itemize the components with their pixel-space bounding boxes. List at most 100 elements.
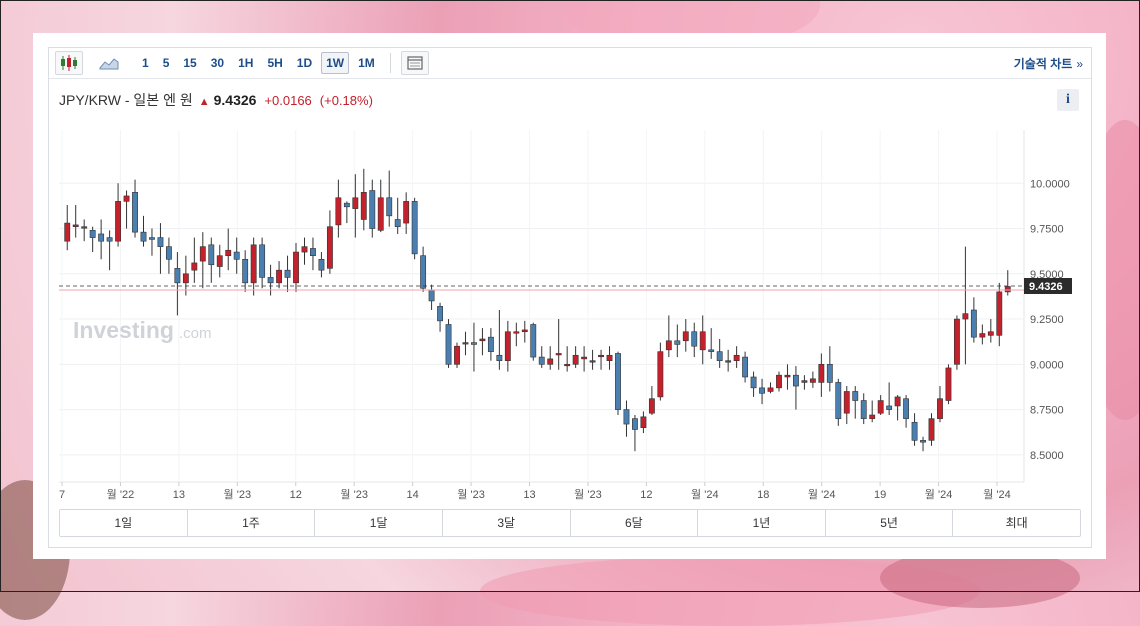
x-tick-label: 7 [59, 489, 65, 500]
info-icon[interactable]: i [1057, 89, 1079, 111]
x-tick-label: 월 '24 [808, 488, 836, 500]
x-tick-label: 월 '23 [224, 488, 252, 500]
candle-body [598, 354, 604, 358]
candle [437, 302, 443, 332]
candle [106, 230, 113, 271]
candle-body [411, 201, 418, 255]
candle [250, 237, 257, 296]
y-tick-label: 9.2500 [1030, 314, 1064, 326]
layout-icon[interactable] [400, 51, 429, 75]
candle-body [708, 349, 715, 352]
timeframe-1w[interactable]: 1W [321, 52, 350, 74]
candle-body [250, 244, 257, 284]
candle [903, 395, 910, 428]
candle [360, 168, 367, 231]
timeframe-15[interactable]: 15 [178, 52, 201, 74]
candle-body [301, 246, 308, 253]
candle [301, 237, 308, 265]
range-6m[interactable]: 6달 [569, 510, 698, 536]
timeframe-5h[interactable]: 5H [262, 52, 287, 74]
candle-body [496, 354, 503, 361]
candle-body [776, 374, 782, 389]
candle-body [640, 416, 647, 428]
candle [411, 197, 418, 260]
candle-body [945, 367, 952, 401]
candle [487, 328, 494, 361]
price-chart[interactable]: Investing .com 10.00009.75009.50009.2500… [49, 130, 1091, 500]
current-price-tag-label: 9.4326 [1029, 281, 1063, 293]
technical-chart-label: 기술적 차트 [1013, 57, 1073, 71]
range-5y[interactable]: 5년 [824, 510, 953, 536]
candle-body [852, 391, 859, 401]
candle [979, 324, 986, 345]
candle-body [106, 237, 113, 242]
candle-body [725, 360, 732, 363]
candle [165, 237, 172, 274]
candle-body [835, 382, 842, 419]
candle-body [716, 351, 723, 361]
timeframe-5[interactable]: 5 [158, 52, 175, 74]
candle-body [471, 342, 477, 345]
candle-body [487, 336, 494, 352]
candle [72, 204, 79, 238]
candle [886, 382, 893, 416]
candle-body [479, 338, 486, 342]
candle [521, 320, 528, 343]
candle [199, 232, 206, 289]
candle-body [843, 391, 850, 414]
candle [377, 179, 384, 233]
up-arrow-icon: ▲ [198, 96, 210, 108]
candle [725, 349, 732, 372]
candle-body [157, 237, 164, 247]
candle [513, 322, 520, 347]
x-tick-label: 월 '22 [107, 488, 135, 500]
candle-body [903, 398, 910, 419]
technical-chart-link[interactable]: 기술적 차트» [1014, 55, 1083, 72]
candlestick-icon[interactable] [55, 51, 83, 75]
candle-body [818, 364, 825, 383]
candle-body [115, 201, 122, 242]
candle [767, 382, 774, 394]
range-1w[interactable]: 1주 [186, 510, 315, 536]
range-max[interactable]: 최대 [952, 510, 1080, 536]
candle-body [657, 351, 664, 398]
watermark-logo: Investing [73, 317, 174, 343]
candle [809, 371, 816, 388]
candle-body [911, 421, 918, 441]
timeframe-30[interactable]: 30 [206, 52, 229, 74]
candle-body [140, 231, 147, 242]
range-1m[interactable]: 1달 [314, 510, 442, 536]
candle-body [784, 374, 791, 378]
candle-body [386, 197, 393, 217]
candle [640, 411, 647, 434]
candle-body [174, 268, 181, 284]
range-1y[interactable]: 1년 [697, 510, 825, 536]
candle [911, 413, 918, 446]
candle [801, 375, 808, 390]
area-chart-icon[interactable] [95, 51, 123, 75]
candle [962, 246, 969, 365]
x-tick-label: 13 [173, 489, 185, 500]
candle [759, 378, 765, 405]
candle-body [335, 197, 342, 226]
candle [403, 192, 410, 234]
candle-body [564, 364, 571, 367]
x-tick-label: 12 [640, 489, 652, 500]
timeframe-1[interactable]: 1 [137, 52, 154, 74]
timeframe-1d[interactable]: 1D [292, 52, 317, 74]
candle-body [343, 202, 350, 208]
chart-grid [59, 130, 1025, 483]
watermark-suffix: .com [179, 325, 212, 342]
candle [564, 346, 571, 372]
candle-body [216, 255, 223, 267]
range-3m[interactable]: 3달 [441, 510, 570, 536]
candle-body [420, 255, 427, 289]
price-change-percent: (+0.18%) [319, 93, 373, 108]
candle [665, 315, 672, 358]
range-1d[interactable]: 1일 [60, 510, 187, 536]
timeframe-1h[interactable]: 1H [233, 52, 258, 74]
timeframe-1m[interactable]: 1M [353, 52, 380, 74]
candle-body [199, 246, 206, 262]
x-tick-label: 13 [523, 489, 535, 500]
candle [81, 219, 88, 242]
